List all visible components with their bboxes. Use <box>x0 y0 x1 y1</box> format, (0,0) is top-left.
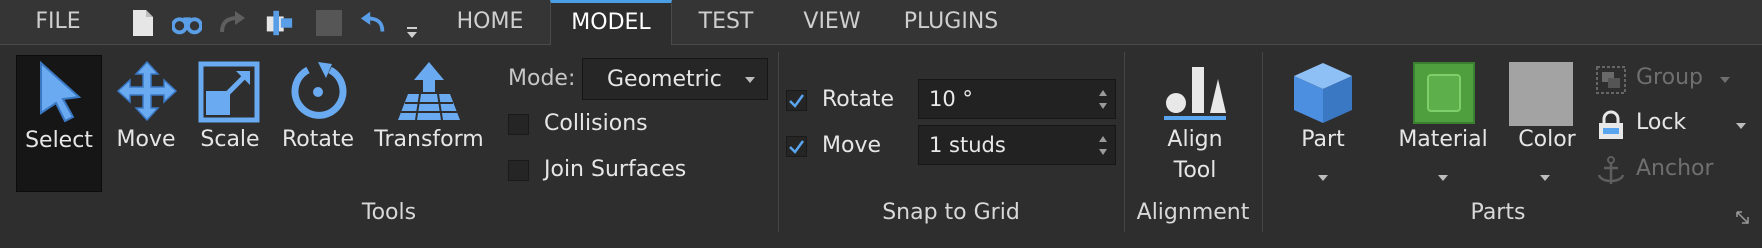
select-tool-label: Select <box>25 128 93 153</box>
spin-up-icon[interactable] <box>1099 90 1107 96</box>
chevron-down-icon[interactable] <box>1438 175 1448 181</box>
select-tool-button[interactable]: Select <box>16 55 102 192</box>
tab-home[interactable]: HOME <box>446 0 534 44</box>
part-cube-icon <box>1294 63 1352 123</box>
tools-group-label: Tools <box>361 200 417 225</box>
anchor-label: Anchor <box>1636 156 1714 181</box>
tab-test[interactable]: TEST <box>686 0 766 44</box>
publish-icon[interactable] <box>264 8 294 38</box>
rotate-icon <box>291 62 347 119</box>
group-button[interactable]: Group <box>1596 64 1736 96</box>
move-arrows-icon <box>116 60 178 122</box>
material-icon <box>1413 62 1475 124</box>
chevron-down-icon <box>745 77 755 83</box>
snap-rotate-label: Rotate <box>822 87 895 112</box>
scale-tool-label: Scale <box>200 127 260 152</box>
mode-dropdown-value: Geometric <box>607 67 722 92</box>
undo-icon[interactable] <box>358 8 388 38</box>
align-tool-label-1: Align <box>1167 127 1223 152</box>
color-label: Color <box>1518 127 1576 152</box>
snap-move-input[interactable]: 1 studs <box>918 125 1116 165</box>
spin-down-icon[interactable] <box>1099 149 1107 155</box>
tab-view[interactable]: VIEW <box>790 0 874 44</box>
part-label: Part <box>1301 127 1345 152</box>
snap-group-label: Snap to Grid <box>882 200 1020 225</box>
transform-tool-button[interactable]: Transform <box>370 55 488 190</box>
expand-corner-icon[interactable] <box>1736 210 1750 229</box>
chevron-down-icon <box>1720 77 1730 83</box>
chevron-down-icon[interactable] <box>1318 175 1328 181</box>
transform-icon <box>398 62 460 121</box>
snap-rotate-input[interactable]: 10 ° <box>918 79 1116 119</box>
part-button[interactable]: Part <box>1278 55 1368 190</box>
chevron-down-icon[interactable] <box>1736 123 1746 129</box>
rotate-tool-label: Rotate <box>281 127 355 152</box>
scale-icon <box>198 61 260 123</box>
color-button[interactable]: Color <box>1504 55 1590 190</box>
tab-plugins[interactable]: PLUGINS <box>892 0 1010 44</box>
color-swatch <box>1509 62 1573 126</box>
file-menu[interactable]: FILE <box>18 0 98 44</box>
move-tool-label: Move <box>116 127 176 152</box>
move-tool-button[interactable]: Move <box>108 55 184 190</box>
snap-rotate-checkbox[interactable] <box>786 90 807 111</box>
rotate-tool-button[interactable]: Rotate <box>276 55 360 190</box>
spin-down-icon[interactable] <box>1099 103 1107 109</box>
lock-label: Lock <box>1636 110 1687 135</box>
snap-rotate-value: 10 ° <box>929 87 973 111</box>
mode-label: Mode: <box>508 66 576 91</box>
checkmark-icon <box>789 94 805 108</box>
join-surfaces-checkbox[interactable] <box>508 160 529 181</box>
find-binoculars-icon[interactable] <box>172 8 202 38</box>
redo-icon[interactable] <box>218 8 248 38</box>
collisions-checkbox[interactable] <box>508 114 529 135</box>
snap-move-checkbox[interactable] <box>786 136 807 157</box>
group-label: Group <box>1636 65 1703 90</box>
tab-model[interactable]: MODEL <box>550 0 672 49</box>
anchor-icon <box>1597 156 1625 184</box>
anchor-button[interactable]: Anchor <box>1596 154 1736 188</box>
chevron-down-icon[interactable] <box>1540 175 1550 181</box>
parts-group-label: Parts <box>1470 200 1526 225</box>
scale-tool-button[interactable]: Scale <box>192 55 268 190</box>
align-tool-button[interactable]: Align Tool <box>1150 55 1240 190</box>
join-surfaces-label: Join Surfaces <box>544 157 687 182</box>
spin-up-icon[interactable] <box>1099 136 1107 142</box>
mode-dropdown[interactable]: Geometric <box>582 58 768 100</box>
group-icon <box>1596 66 1626 94</box>
snap-move-value: 1 studs <box>929 133 1006 157</box>
snap-move-label: Move <box>822 133 881 158</box>
quick-access-dropdown-icon[interactable] <box>406 24 418 43</box>
material-label: Material <box>1398 127 1488 152</box>
align-tool-label-2: Tool <box>1173 158 1217 183</box>
lock-icon <box>1599 110 1623 139</box>
material-button[interactable]: Material <box>1390 55 1496 190</box>
new-document-icon[interactable] <box>128 8 158 38</box>
lock-button[interactable]: Lock <box>1596 108 1762 142</box>
transform-tool-label: Transform <box>374 127 484 152</box>
align-icon <box>1164 67 1226 120</box>
alignment-group-label: Alignment <box>1136 200 1250 225</box>
stop-icon[interactable] <box>314 8 344 38</box>
checkmark-icon <box>789 140 805 154</box>
collisions-label: Collisions <box>544 111 648 136</box>
